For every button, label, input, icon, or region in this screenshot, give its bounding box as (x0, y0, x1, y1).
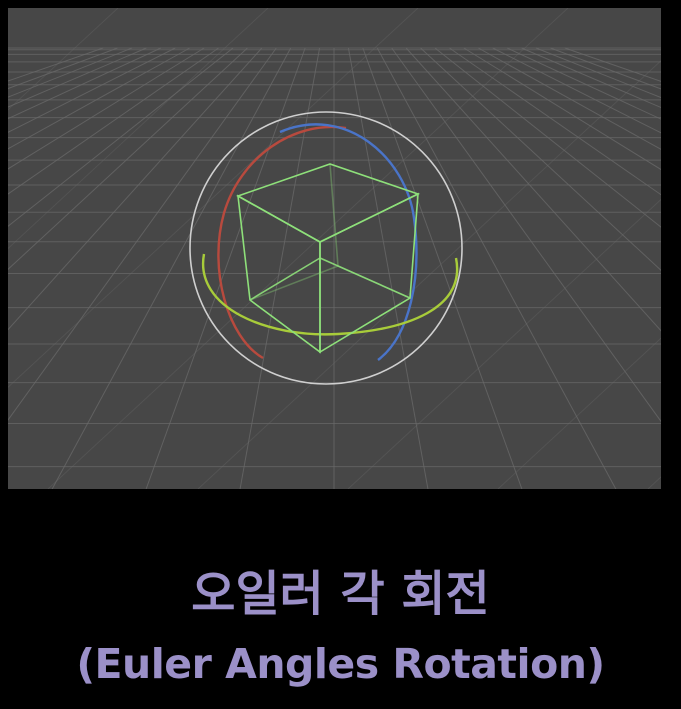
scene-viewport[interactable] (8, 8, 661, 489)
scene-svg (8, 8, 661, 489)
grid-line (434, 47, 661, 228)
grid-line (8, 8, 269, 250)
grid-line (449, 47, 661, 196)
caption-english: (Euler Angles Rotation) (76, 640, 605, 688)
grid-line (564, 47, 661, 82)
grid-line (8, 8, 119, 111)
grid-line (145, 47, 306, 489)
grid-line (8, 47, 234, 227)
grid-line (8, 47, 104, 82)
gizmo-y-rotation-ring[interactable] (201, 253, 459, 336)
wireframe-cube[interactable] (236, 163, 421, 354)
grid-line (47, 8, 569, 489)
grid-line (8, 47, 147, 108)
cube-hidden-edge (249, 265, 339, 301)
grid-line (506, 47, 661, 120)
cube-inner-edge (249, 257, 321, 301)
grid-line (550, 47, 661, 90)
grid-line (521, 47, 661, 109)
gizmo-sphere-outline (189, 111, 463, 385)
grid-line (8, 47, 219, 195)
grid-line (347, 47, 429, 489)
grid-line (8, 47, 205, 170)
grid-line (8, 47, 263, 331)
grid-line (8, 47, 190, 150)
grid-line (463, 47, 661, 171)
rotation-gizmo[interactable] (189, 111, 463, 385)
ground-grid (8, 8, 661, 489)
grid-line (8, 47, 277, 421)
grid-line (362, 47, 523, 489)
grid-line (197, 60, 661, 489)
grid-line (391, 47, 661, 423)
grid-line (8, 47, 162, 120)
caption-korean: 오일러 각 회전 (191, 566, 490, 622)
